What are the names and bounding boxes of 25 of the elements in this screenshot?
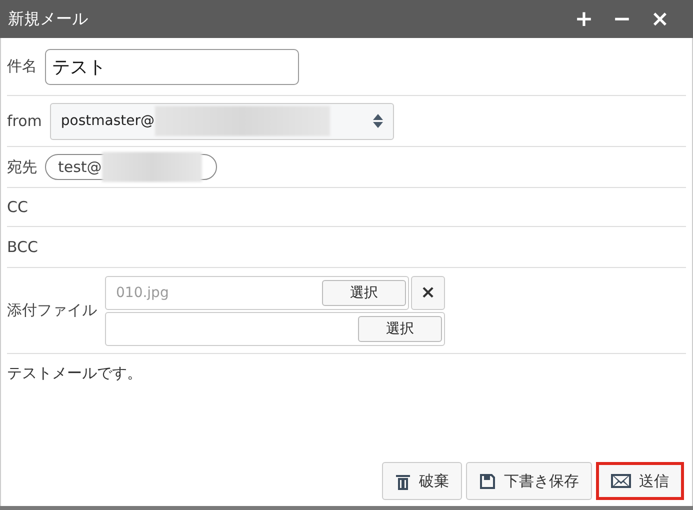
field-label: 添付ファイル	[7, 301, 97, 320]
discard-button[interactable]: 破棄	[382, 462, 462, 500]
window-title: 新規メール	[8, 8, 89, 30]
file-field[interactable]: 選択	[105, 312, 445, 346]
field-label: 宛先	[7, 158, 37, 176]
from-select[interactable]: postmaster@	[50, 102, 394, 140]
envelope-icon	[611, 474, 631, 488]
choose-file-button[interactable]: 選択	[322, 280, 406, 306]
sort-arrows-icon	[372, 114, 383, 128]
choose-file-button[interactable]: 選択	[358, 316, 442, 342]
field-label: 件名	[7, 57, 37, 76]
send-button[interactable]: 送信	[596, 462, 684, 500]
trash-icon	[395, 472, 411, 490]
field-label: CC	[7, 198, 28, 216]
subject-field[interactable]: テスト	[45, 48, 299, 84]
window-control[interactable]: +	[565, 6, 603, 32]
window-control[interactable]: −	[603, 6, 641, 32]
recipient-chip[interactable]: test@	[45, 154, 217, 180]
field-label: BCC	[7, 238, 38, 256]
file-field[interactable]: 010.jpg 選択	[105, 276, 409, 310]
remove-file-button[interactable]: ×	[411, 276, 445, 310]
window-control[interactable]: ×	[641, 6, 679, 32]
field-label: from	[7, 112, 42, 130]
message-body[interactable]: テストメールです。	[7, 354, 686, 462]
save-draft-button[interactable]: 下書き保存	[466, 462, 592, 500]
